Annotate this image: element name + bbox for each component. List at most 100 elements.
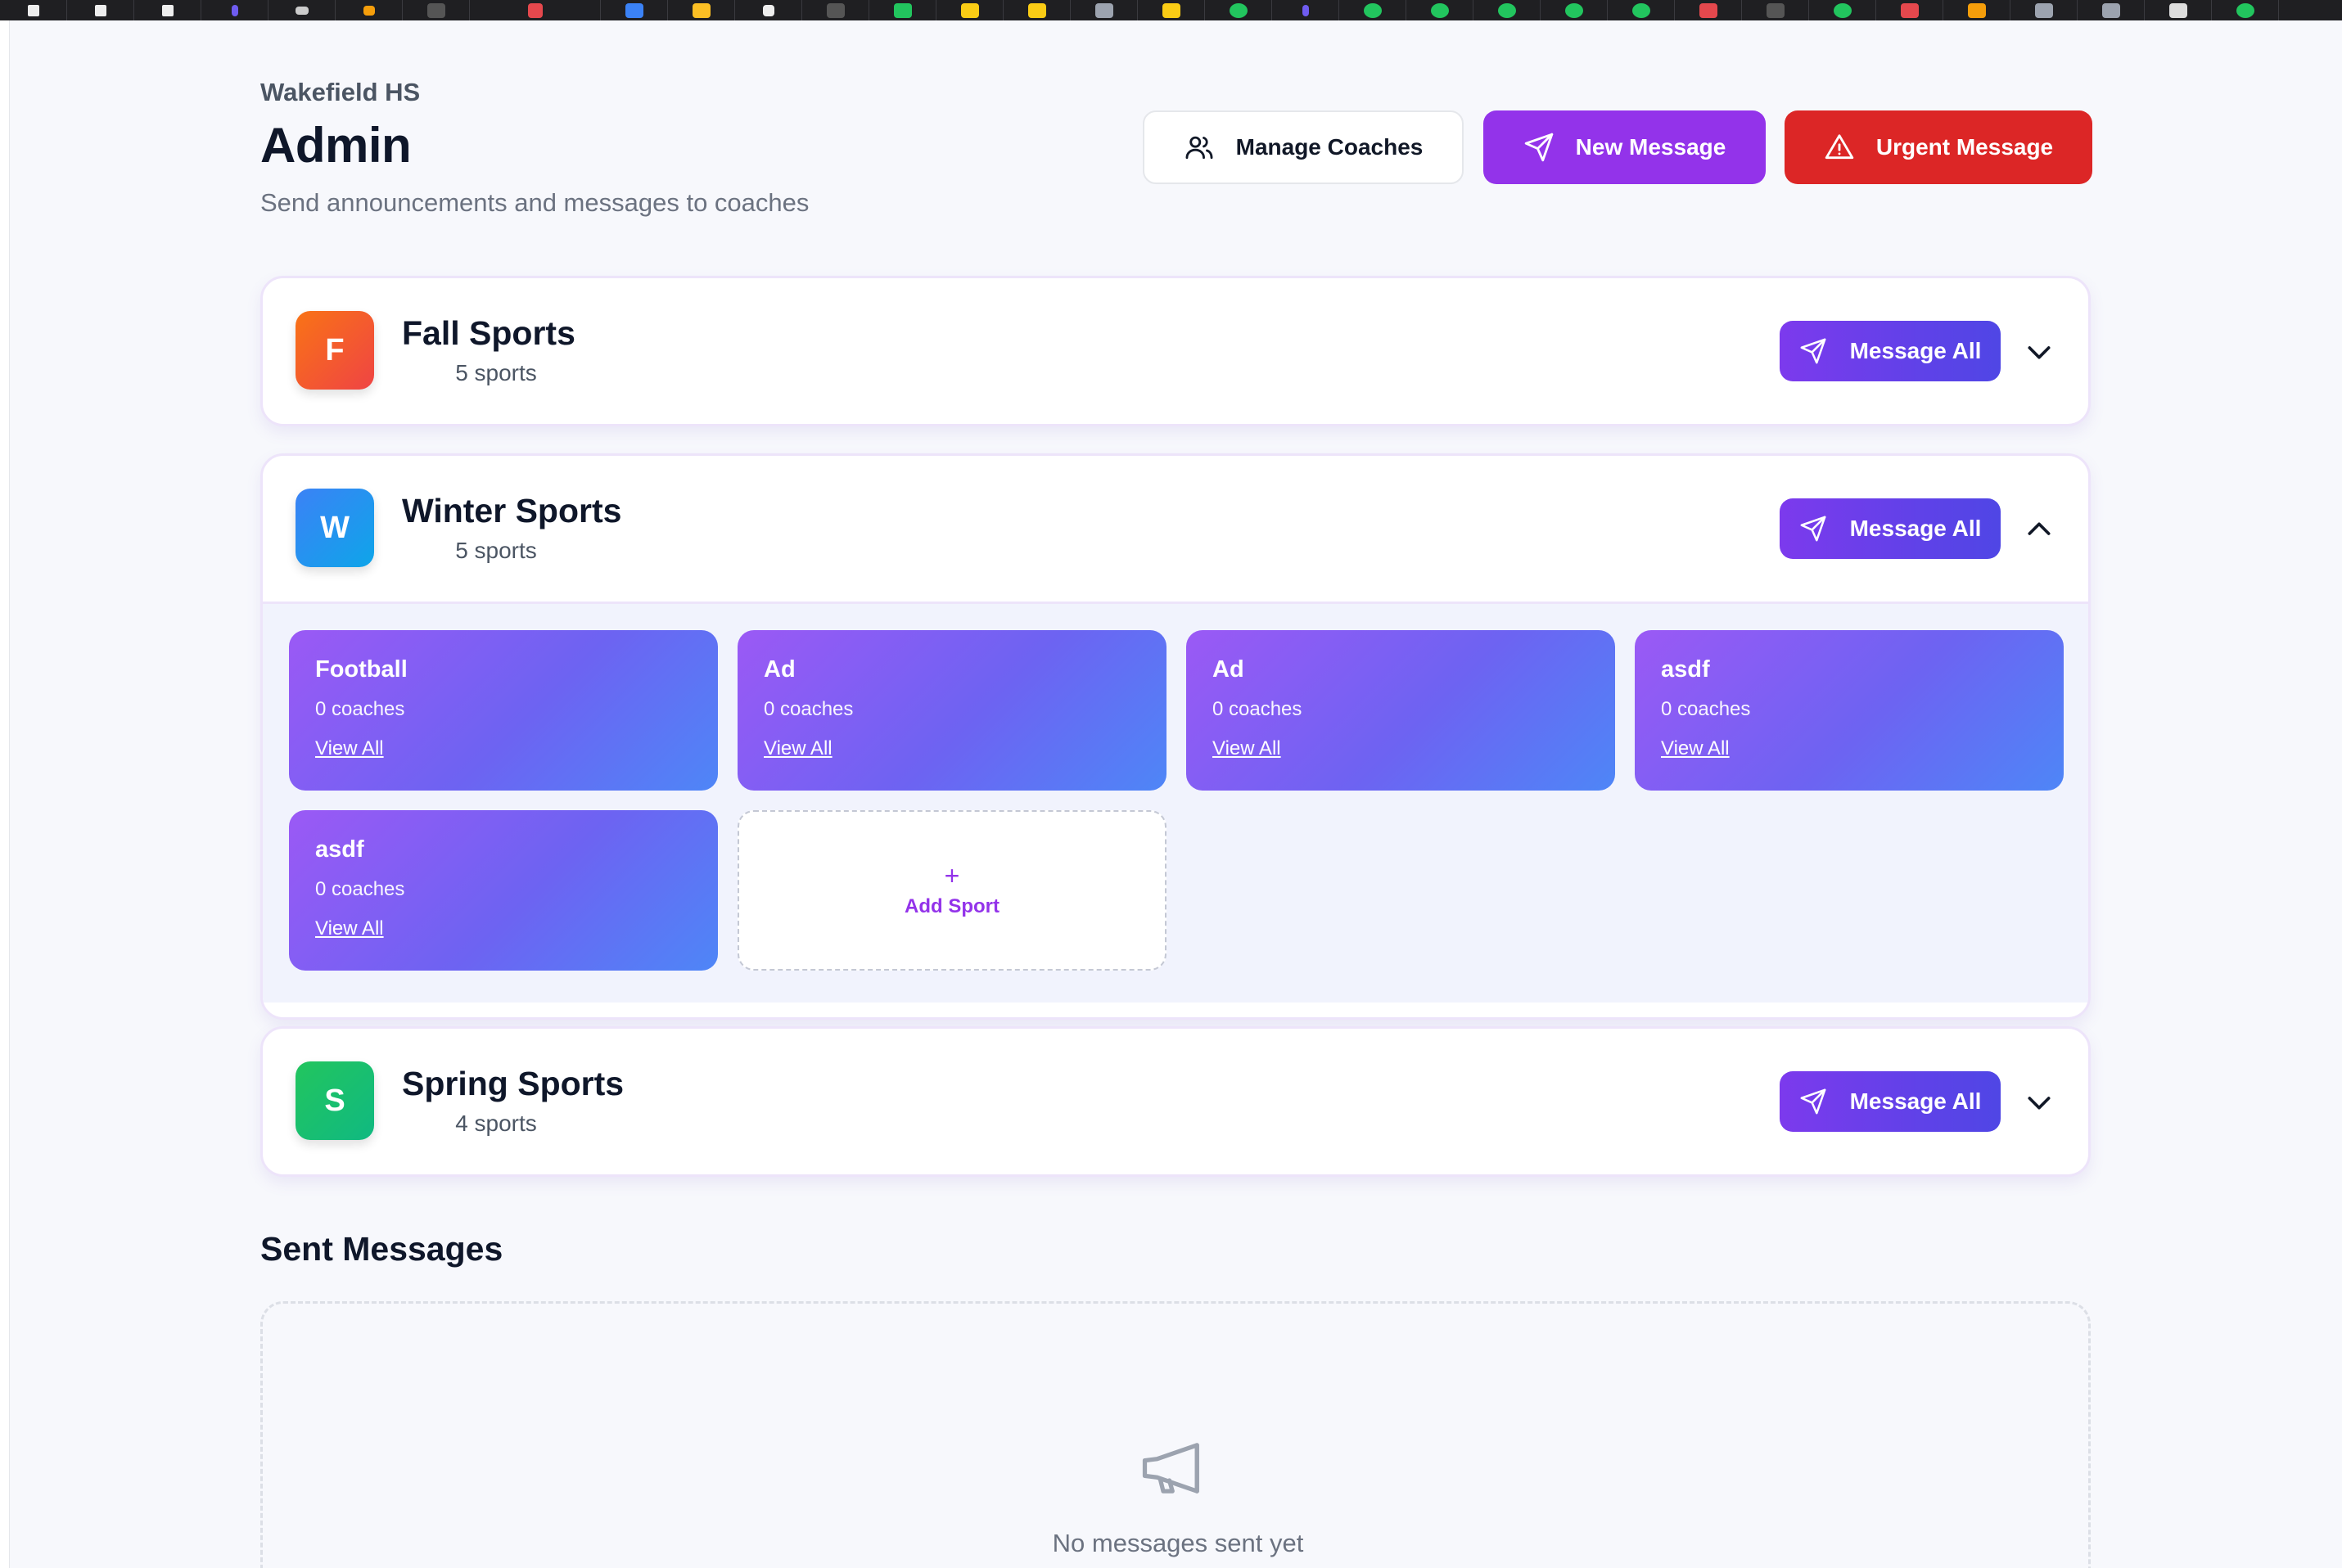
bookmark-item[interactable] bbox=[0, 0, 67, 20]
bookmark-item[interactable] bbox=[802, 0, 869, 20]
send-icon bbox=[1524, 133, 1553, 162]
urgent-message-button[interactable]: Urgent Message bbox=[1785, 110, 2092, 184]
school-name: Wakefield HS bbox=[260, 78, 421, 106]
message-all-label: Message All bbox=[1849, 1088, 1982, 1114]
sport-tile[interactable]: asdf 0 coaches View All bbox=[289, 810, 718, 971]
bookmark-item[interactable] bbox=[1473, 0, 1541, 20]
season-badge: W bbox=[296, 489, 374, 567]
bookmark-item[interactable] bbox=[470, 0, 601, 20]
bookmark-item[interactable] bbox=[1541, 0, 1608, 20]
bookmark-item[interactable] bbox=[2212, 0, 2279, 20]
users-icon bbox=[1185, 136, 1213, 160]
bookmark-item[interactable] bbox=[1742, 0, 1809, 20]
season-header-spring[interactable]: S Spring Sports 4 sports Message All bbox=[263, 1029, 2088, 1174]
sport-tile[interactable]: asdf 0 coaches View All bbox=[1635, 630, 2064, 791]
message-all-button[interactable]: Message All bbox=[1780, 498, 2001, 559]
urgent-message-label: Urgent Message bbox=[1875, 134, 2054, 160]
bookmark-item[interactable] bbox=[936, 0, 1004, 20]
send-icon bbox=[1800, 1088, 1826, 1115]
season-name: Fall Sports bbox=[402, 314, 575, 352]
message-all-button[interactable]: Message All bbox=[1780, 321, 2001, 381]
sport-coach-count: 0 coaches bbox=[764, 698, 854, 720]
season-sport-count: 5 sports bbox=[455, 538, 537, 563]
left-edge bbox=[0, 20, 10, 1568]
view-all-link[interactable]: View All bbox=[1212, 737, 1281, 760]
sport-coach-count: 0 coaches bbox=[315, 698, 405, 720]
view-all-link[interactable]: View All bbox=[764, 737, 833, 760]
message-all-label: Message All bbox=[1849, 338, 1982, 363]
sport-coach-count: 0 coaches bbox=[315, 878, 405, 900]
bookmark-item[interactable] bbox=[1272, 0, 1339, 20]
bookmark-item[interactable] bbox=[2078, 0, 2145, 20]
add-sport-button[interactable]: + Add Sport bbox=[738, 810, 1166, 971]
sport-tile[interactable]: Ad 0 coaches View All bbox=[738, 630, 1166, 791]
sent-messages-title: Sent Messages bbox=[260, 1230, 503, 1268]
season-card-winter: W Winter Sports 5 sports Message All Foo… bbox=[260, 453, 2091, 1020]
bookmark-item[interactable] bbox=[1339, 0, 1406, 20]
view-all-link[interactable]: View All bbox=[315, 917, 384, 940]
sport-coach-count: 0 coaches bbox=[1661, 698, 1751, 720]
bookmark-item[interactable] bbox=[735, 0, 802, 20]
bookmark-item[interactable] bbox=[668, 0, 735, 20]
page-title: Admin bbox=[260, 118, 412, 173]
bookmark-item[interactable] bbox=[1071, 0, 1138, 20]
bookmark-item[interactable] bbox=[201, 0, 268, 20]
sport-tile[interactable]: Ad 0 coaches View All bbox=[1186, 630, 1615, 791]
alert-triangle-icon bbox=[1825, 134, 1854, 160]
season-sport-count: 5 sports bbox=[455, 360, 537, 385]
new-message-label: New Message bbox=[1575, 134, 1726, 160]
page-subtitle: Send announcements and messages to coach… bbox=[260, 188, 810, 217]
view-all-link[interactable]: View All bbox=[1661, 737, 1730, 760]
sport-name: asdf bbox=[315, 836, 364, 863]
sport-coach-count: 0 coaches bbox=[1212, 698, 1302, 720]
chevron-down-icon[interactable] bbox=[2023, 1086, 2055, 1119]
browser-bookmarks-bar bbox=[0, 0, 2342, 20]
winter-sports-grid: Football 0 coaches View All Ad 0 coaches… bbox=[263, 602, 2088, 1003]
season-badge: S bbox=[296, 1061, 374, 1140]
bookmark-item[interactable] bbox=[1943, 0, 2010, 20]
bookmark-item[interactable] bbox=[1138, 0, 1205, 20]
send-icon bbox=[1800, 516, 1826, 542]
season-badge: F bbox=[296, 311, 374, 390]
bookmark-item[interactable] bbox=[1004, 0, 1071, 20]
message-all-label: Message All bbox=[1849, 516, 1982, 541]
bookmark-item[interactable] bbox=[268, 0, 336, 20]
chevron-down-icon[interactable] bbox=[2023, 336, 2055, 368]
bookmark-item[interactable] bbox=[2010, 0, 2078, 20]
sport-name: Ad bbox=[1212, 656, 1244, 683]
season-name: Winter Sports bbox=[402, 492, 622, 529]
bookmark-item[interactable] bbox=[67, 0, 134, 20]
bookmark-item[interactable] bbox=[2145, 0, 2212, 20]
bookmark-item[interactable] bbox=[1608, 0, 1675, 20]
view-all-link[interactable]: View All bbox=[315, 737, 384, 760]
bookmark-item[interactable] bbox=[1809, 0, 1876, 20]
manage-coaches-button[interactable]: Manage Coaches bbox=[1143, 110, 1464, 184]
send-icon bbox=[1800, 338, 1826, 364]
add-sport-label: Add Sport bbox=[905, 895, 1000, 917]
season-name: Spring Sports bbox=[402, 1065, 625, 1102]
season-sport-count: 4 sports bbox=[455, 1111, 537, 1136]
sport-name: Football bbox=[315, 656, 408, 683]
bookmark-item[interactable] bbox=[601, 0, 668, 20]
season-card-spring: S Spring Sports 4 sports Message All bbox=[260, 1026, 2091, 1177]
bookmark-item[interactable] bbox=[1205, 0, 1272, 20]
sport-tile[interactable]: Football 0 coaches View All bbox=[289, 630, 718, 791]
plus-icon: + bbox=[944, 861, 960, 890]
chevron-up-icon[interactable] bbox=[2023, 513, 2055, 546]
manage-coaches-label: Manage Coaches bbox=[1235, 134, 1424, 160]
season-header-winter[interactable]: W Winter Sports 5 sports Message All bbox=[263, 456, 2088, 602]
bookmark-item[interactable] bbox=[1675, 0, 1742, 20]
empty-state-text: No messages sent yet bbox=[1052, 1529, 1304, 1557]
sent-messages-empty-state: No messages sent yet bbox=[260, 1301, 2091, 1568]
bookmark-item[interactable] bbox=[336, 0, 403, 20]
bookmark-item[interactable] bbox=[403, 0, 470, 20]
bookmark-item[interactable] bbox=[869, 0, 936, 20]
season-header-fall[interactable]: F Fall Sports 5 sports Message All bbox=[263, 278, 2088, 424]
sport-name: asdf bbox=[1661, 656, 1710, 683]
megaphone-icon bbox=[1142, 1443, 1199, 1494]
bookmark-item[interactable] bbox=[1406, 0, 1473, 20]
new-message-button[interactable]: New Message bbox=[1483, 110, 1766, 184]
message-all-button[interactable]: Message All bbox=[1780, 1071, 2001, 1132]
bookmark-item[interactable] bbox=[1876, 0, 1943, 20]
bookmark-item[interactable] bbox=[134, 0, 201, 20]
